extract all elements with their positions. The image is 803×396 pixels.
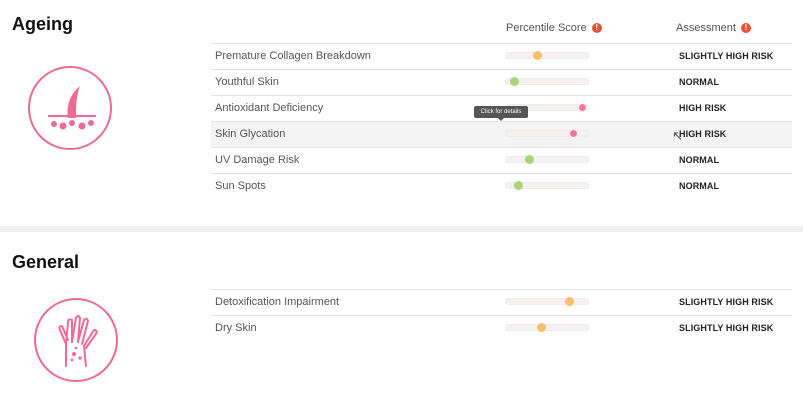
table-row[interactable]: Detoxification Impairment SLIGHTLY HIGH … bbox=[211, 289, 792, 315]
assessment-value: HIGH RISK bbox=[679, 103, 727, 113]
percentile-marker bbox=[569, 129, 579, 138]
row-label: Detoxification Impairment bbox=[215, 296, 340, 308]
hand-rash-icon bbox=[34, 298, 118, 382]
table-row[interactable]: Skin Glycation HIGH RISK bbox=[211, 121, 792, 147]
percentile-bar[interactable] bbox=[505, 323, 589, 332]
percentile-bar[interactable] bbox=[505, 51, 589, 60]
general-rows: Detoxification Impairment SLIGHTLY HIGH … bbox=[211, 289, 792, 341]
percentile-marker bbox=[565, 297, 575, 306]
assessment-value: HIGH RISK bbox=[679, 129, 727, 139]
mouse-cursor-icon: ↖ bbox=[672, 128, 683, 143]
percentile-bar[interactable] bbox=[505, 77, 589, 86]
percentile-marker bbox=[514, 181, 524, 190]
percentile-marker bbox=[510, 77, 520, 86]
assessment-value: NORMAL bbox=[679, 155, 720, 165]
percentile-bar[interactable] bbox=[505, 155, 589, 164]
row-label: UV Damage Risk bbox=[215, 154, 300, 166]
row-label: Dry Skin bbox=[215, 322, 257, 334]
skin-hair-follicle-icon bbox=[28, 66, 112, 150]
tooltip: Click for details bbox=[474, 106, 528, 121]
assessment-value: NORMAL bbox=[679, 181, 720, 191]
percentile-score-header: Percentile Score ! bbox=[506, 22, 602, 34]
table-row[interactable]: Premature Collagen Breakdown SLIGHTLY HI… bbox=[211, 43, 792, 69]
percentile-bar[interactable] bbox=[505, 297, 589, 306]
assessment-value: SLIGHTLY HIGH RISK bbox=[679, 51, 774, 61]
percentile-bar[interactable] bbox=[505, 129, 589, 138]
table-row[interactable]: Sun Spots NORMAL bbox=[211, 173, 792, 199]
ageing-section: Ageing Percentile Score ! Assessment ! P… bbox=[0, 0, 803, 226]
percentile-bar[interactable] bbox=[505, 181, 589, 190]
row-label: Sun Spots bbox=[215, 180, 266, 192]
percentile-marker bbox=[578, 103, 588, 112]
ageing-rows: Premature Collagen Breakdown SLIGHTLY HI… bbox=[211, 43, 792, 199]
info-icon[interactable]: ! bbox=[591, 23, 602, 33]
table-row[interactable]: UV Damage Risk NORMAL bbox=[211, 147, 792, 173]
percentile-marker bbox=[524, 155, 534, 164]
row-label: Premature Collagen Breakdown bbox=[215, 50, 371, 62]
general-section: General Detoxification Impairment SLIGHT… bbox=[0, 232, 803, 396]
percentile-marker bbox=[533, 51, 543, 60]
assessment-value: NORMAL bbox=[679, 77, 720, 87]
table-row[interactable]: Dry Skin SLIGHTLY HIGH RISK bbox=[211, 315, 792, 341]
percentile-marker bbox=[537, 323, 547, 332]
row-label: Antioxidant Deficiency bbox=[215, 102, 324, 114]
info-icon[interactable]: ! bbox=[740, 23, 751, 33]
section-title: Ageing bbox=[12, 14, 73, 34]
section-title: General bbox=[12, 252, 80, 272]
assessment-header: Assessment ! bbox=[676, 22, 751, 34]
row-label: Skin Glycation bbox=[215, 128, 286, 140]
assessment-value: SLIGHTLY HIGH RISK bbox=[679, 297, 774, 307]
row-label: Youthful Skin bbox=[215, 76, 279, 88]
assessment-value: SLIGHTLY HIGH RISK bbox=[679, 323, 774, 333]
table-row[interactable]: Youthful Skin NORMAL bbox=[211, 69, 792, 95]
